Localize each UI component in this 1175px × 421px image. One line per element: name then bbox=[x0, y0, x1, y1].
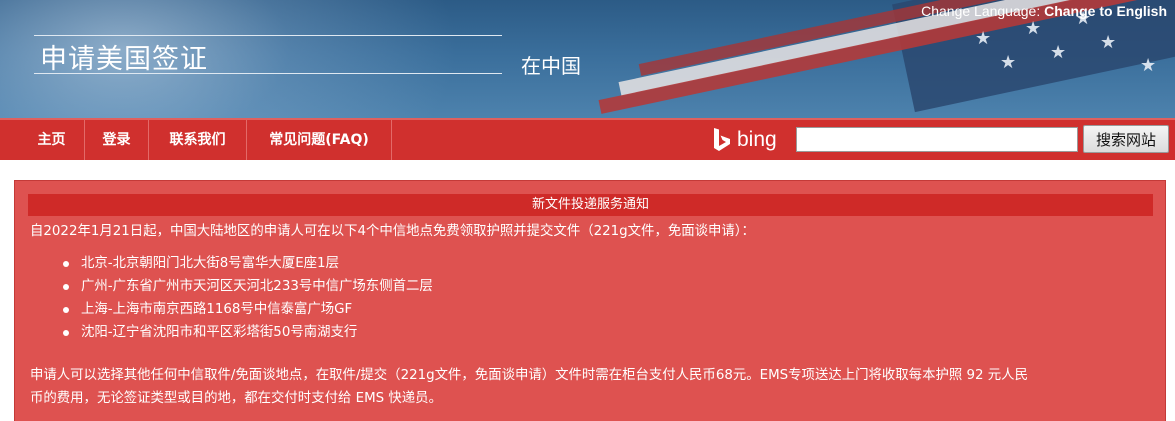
location-text: 沈阳-辽宁省沈阳市和平区彩塔街50号南湖支行 bbox=[81, 325, 358, 340]
location-text: 上海-上海市南京西路1168号中信泰富广场GF bbox=[81, 302, 353, 317]
bing-wordmark: bing bbox=[737, 128, 777, 151]
star-icon: ★ bbox=[1050, 42, 1067, 63]
header-banner: ★ ★ ★ ★ ★ ★ ★ Change Language: Change to… bbox=[0, 0, 1175, 118]
star-icon: ★ bbox=[975, 28, 992, 49]
star-icon: ★ bbox=[1000, 52, 1017, 73]
nav-item-login[interactable]: 登录 bbox=[85, 120, 149, 160]
notice-intro: 自2022年1月21日起，中国大陆地区的申请人可在以下4个中信地点免费领取护照并… bbox=[30, 224, 755, 239]
site-subtitle: 在中国 bbox=[521, 54, 581, 78]
language-label: Change Language: bbox=[921, 3, 1041, 19]
language-switcher: Change Language: Change to English bbox=[921, 3, 1167, 19]
location-list: 北京-北京朝阳门北大街8号富华大厦E座1层 广州-广东省广州市天河区天河北233… bbox=[63, 254, 433, 346]
bing-logo: bing bbox=[712, 127, 777, 153]
site-title: 申请美国签证 bbox=[40, 44, 208, 75]
notice-panel: 新文件投递服务通知 自2022年1月21日起，中国大陆地区的申请人可在以下4个中… bbox=[14, 180, 1166, 421]
location-text: 北京-北京朝阳门北大街8号富华大厦E座1层 bbox=[81, 256, 339, 271]
bullet-icon bbox=[63, 261, 69, 267]
bullet-icon bbox=[63, 284, 69, 290]
title-divider bbox=[34, 73, 502, 74]
list-item: 上海-上海市南京西路1168号中信泰富广场GF bbox=[63, 300, 433, 323]
change-language-link[interactable]: Change to English bbox=[1044, 3, 1167, 19]
nav-item-faq[interactable]: 常见问题(FAQ) bbox=[247, 120, 392, 160]
bing-icon bbox=[714, 128, 730, 151]
star-icon: ★ bbox=[1025, 18, 1042, 39]
title-divider bbox=[34, 35, 502, 36]
nav-item-home[interactable]: 主页 bbox=[19, 120, 85, 160]
list-item: 北京-北京朝阳门北大街8号富华大厦E座1层 bbox=[63, 254, 433, 277]
notice-title: 新文件投递服务通知 bbox=[28, 194, 1153, 216]
star-icon: ★ bbox=[1140, 55, 1157, 76]
notice-footer-line1: 申请人可以选择其他任何中信取件/免面谈地点，在取件/提交（221g文件，免面谈申… bbox=[30, 368, 1028, 383]
bullet-icon bbox=[63, 307, 69, 313]
search-button[interactable]: 搜索网站 bbox=[1083, 125, 1169, 153]
search-input[interactable] bbox=[796, 127, 1078, 152]
bullet-icon bbox=[63, 330, 69, 336]
location-text: 广州-广东省广州市天河区天河北233号中信广场东侧首二层 bbox=[81, 279, 433, 294]
notice-footer-line2: 币的费用，无论签证类型或目的地，都在交付时支付给 EMS 快递员。 bbox=[30, 391, 442, 406]
list-item: 沈阳-辽宁省沈阳市和平区彩塔街50号南湖支行 bbox=[63, 323, 433, 346]
list-item: 广州-广东省广州市天河区天河北233号中信广场东侧首二层 bbox=[63, 277, 433, 300]
nav-item-contact[interactable]: 联系我们 bbox=[149, 120, 247, 160]
star-icon: ★ bbox=[1100, 32, 1117, 53]
